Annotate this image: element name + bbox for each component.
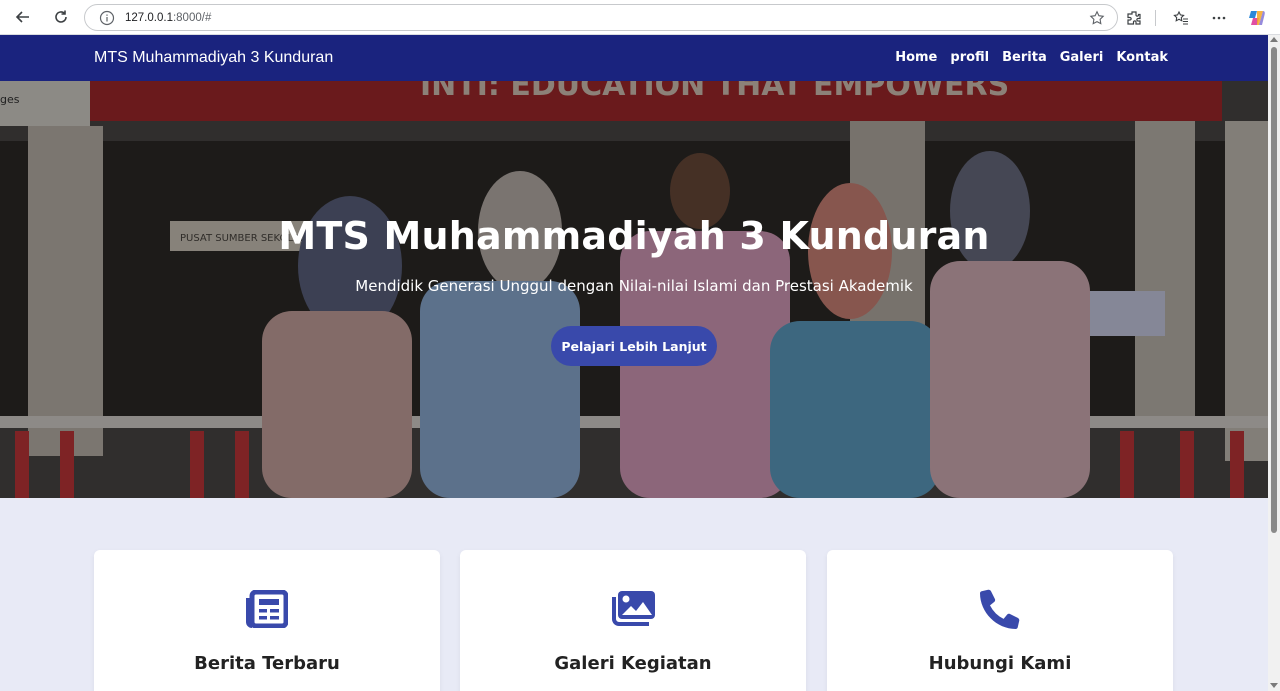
learn-more-button[interactable]: Pelajari Lebih Lanjut bbox=[551, 326, 717, 366]
card-title: Berita Terbaru bbox=[194, 653, 340, 674]
phone-icon bbox=[976, 588, 1024, 630]
menu-button[interactable] bbox=[1206, 5, 1232, 31]
copilot-icon bbox=[1249, 11, 1265, 25]
back-button[interactable] bbox=[10, 4, 36, 30]
card-title: Hubungi Kami bbox=[928, 653, 1072, 674]
reload-button[interactable] bbox=[48, 4, 74, 30]
hero-title: MTS Muhammadiyah 3 Kunduran bbox=[278, 214, 990, 258]
navbar-brand[interactable]: MTS Muhammadiyah 3 Kunduran bbox=[94, 49, 333, 67]
extensions-icon bbox=[1127, 11, 1141, 25]
hero-section: INTI: EDUCATION THAT EMPOWERS ges PUSAT … bbox=[0, 81, 1268, 498]
scrollbar-thumb[interactable] bbox=[1271, 47, 1277, 533]
images-icon bbox=[609, 588, 657, 630]
card-kontak[interactable]: Hubungi Kami bbox=[827, 550, 1173, 691]
bookmark-star-icon[interactable] bbox=[1089, 10, 1105, 26]
favorites-icon bbox=[1173, 10, 1188, 25]
web-page: MTS Muhammadiyah 3 Kunduran Home profil … bbox=[0, 35, 1268, 691]
card-berita[interactable]: Berita Terbaru bbox=[94, 550, 440, 691]
hero-subtitle: Mendidik Generasi Unggul dengan Nilai-ni… bbox=[355, 277, 913, 295]
site-navbar: MTS Muhammadiyah 3 Kunduran Home profil … bbox=[0, 35, 1268, 81]
address-bar[interactable]: 127.0.0.1:8000/# bbox=[84, 4, 1118, 31]
card-galeri[interactable]: Galeri Kegiatan bbox=[460, 550, 806, 691]
favorites-button[interactable] bbox=[1168, 5, 1194, 31]
scroll-down-arrow-icon[interactable] bbox=[1270, 683, 1278, 688]
page-scrollbar[interactable] bbox=[1268, 35, 1280, 691]
nav-link-home[interactable]: Home bbox=[895, 50, 937, 65]
toolbar-separator bbox=[1155, 10, 1156, 26]
nav-link-galeri[interactable]: Galeri bbox=[1060, 50, 1104, 65]
card-title: Galeri Kegiatan bbox=[554, 653, 712, 674]
browser-toolbar: 127.0.0.1:8000/# bbox=[0, 0, 1280, 35]
extensions-button[interactable] bbox=[1121, 5, 1147, 31]
site-info-icon[interactable] bbox=[99, 10, 115, 26]
reload-icon bbox=[55, 10, 67, 23]
back-arrow-icon bbox=[15, 11, 29, 23]
nav-link-profil[interactable]: profil bbox=[950, 50, 989, 65]
nav-link-berita[interactable]: Berita bbox=[1002, 50, 1047, 65]
url-text[interactable]: 127.0.0.1:8000/# bbox=[125, 12, 211, 24]
more-dots-icon bbox=[1212, 16, 1226, 20]
feature-cards: Berita Terbaru Galeri Kegiatan Hubungi K… bbox=[94, 550, 1174, 691]
newspaper-icon bbox=[243, 588, 291, 630]
copilot-button[interactable] bbox=[1244, 5, 1270, 31]
nav-link-kontak[interactable]: Kontak bbox=[1116, 50, 1168, 65]
navbar-links: Home profil Berita Galeri Kontak bbox=[895, 50, 1168, 65]
scroll-up-arrow-icon[interactable] bbox=[1270, 37, 1278, 42]
